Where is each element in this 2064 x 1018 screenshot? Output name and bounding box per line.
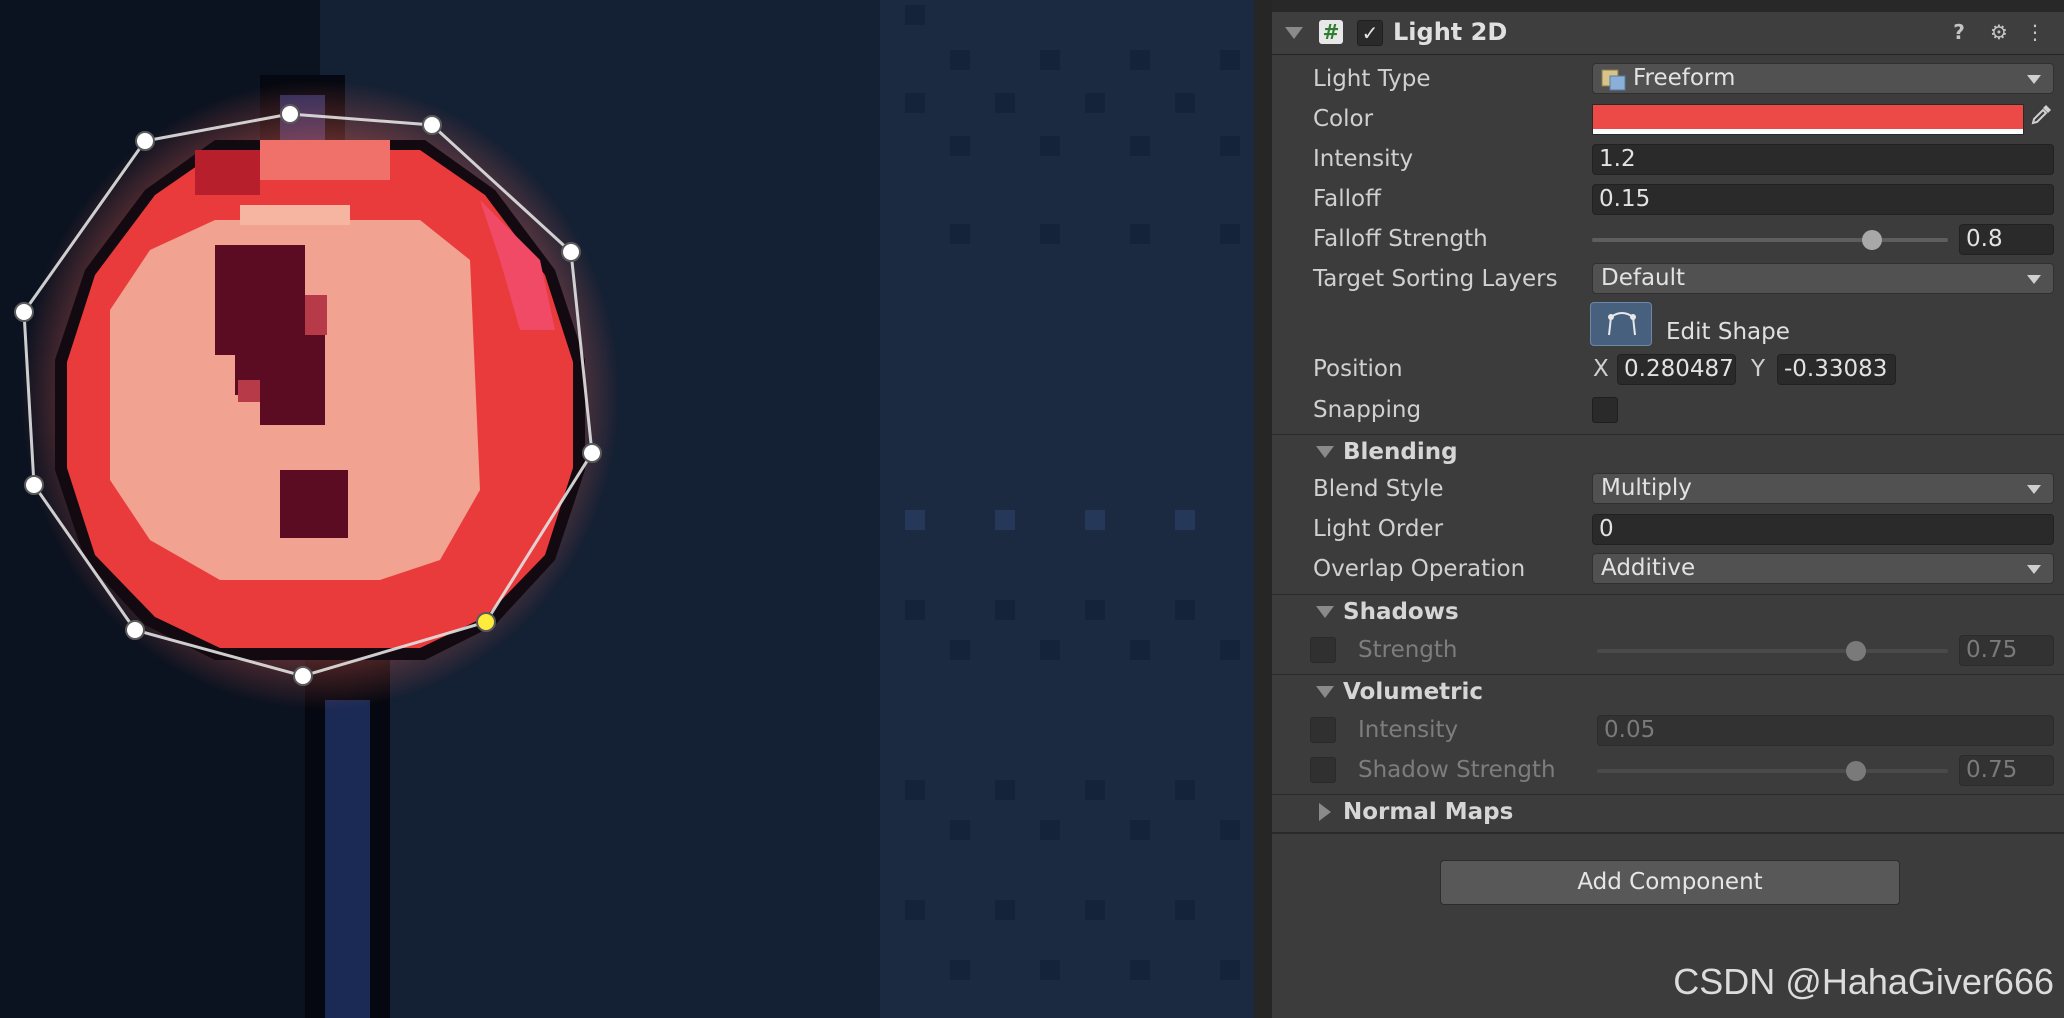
shape-point bbox=[293, 666, 313, 686]
light-order-label: Light Order bbox=[1313, 516, 1444, 542]
presets-icon[interactable]: ⚙ bbox=[1986, 18, 2012, 46]
shape-point bbox=[280, 104, 300, 124]
light-type-dropdown[interactable]: Freeform bbox=[1592, 63, 2054, 94]
shape-point bbox=[422, 115, 442, 135]
chevron-down-icon bbox=[2027, 485, 2041, 494]
foldout-open-icon[interactable] bbox=[1316, 686, 1334, 698]
component-menu-icon[interactable]: ⋮ bbox=[2022, 18, 2048, 46]
blend-style-value: Multiply bbox=[1601, 475, 1692, 501]
shape-point bbox=[582, 443, 602, 463]
volumetric-intensity-field[interactable]: 0.05 bbox=[1597, 715, 2054, 746]
light-order-field[interactable]: 0 bbox=[1592, 514, 2054, 545]
foldout-open-icon[interactable] bbox=[1316, 446, 1334, 458]
falloff-strength-field[interactable]: 0.8 bbox=[1959, 224, 2054, 255]
inspector-top-border bbox=[1272, 0, 2064, 12]
edit-shape-icon bbox=[1608, 312, 1636, 336]
panel-divider[interactable] bbox=[1254, 0, 1272, 1018]
help-icon[interactable]: ? bbox=[1946, 18, 1972, 46]
snapping-checkbox[interactable] bbox=[1592, 397, 1618, 423]
chevron-down-icon bbox=[2027, 565, 2041, 574]
volumetric-title: Volumetric bbox=[1343, 679, 1484, 705]
script-icon: # bbox=[1319, 20, 1343, 44]
intensity-label: Intensity bbox=[1313, 146, 1414, 172]
volumetric-shadow-strength-slider-thumb[interactable] bbox=[1846, 761, 1866, 781]
falloff-field[interactable]: 0.15 bbox=[1592, 184, 2054, 215]
position-y-label: Y bbox=[1751, 356, 1766, 382]
volumetric-shadow-strength-field[interactable]: 0.75 bbox=[1959, 755, 2054, 786]
shape-point-selected bbox=[476, 612, 496, 632]
blending-section-header[interactable]: Blending bbox=[1272, 434, 2064, 469]
volumetric-shadow-strength-label: Shadow Strength bbox=[1358, 757, 1556, 783]
overlap-operation-dropdown[interactable]: Additive bbox=[1592, 553, 2054, 584]
blend-style-dropdown[interactable]: Multiply bbox=[1592, 473, 2054, 504]
chevron-down-icon bbox=[2027, 75, 2041, 84]
shape-point bbox=[561, 242, 581, 262]
blend-style-label: Blend Style bbox=[1313, 476, 1444, 502]
falloff-strength-slider[interactable] bbox=[1592, 238, 1948, 242]
alpha-bar bbox=[1593, 129, 2023, 134]
normal-maps-section-header[interactable]: Normal Maps bbox=[1272, 794, 2064, 829]
component-header[interactable]: # ✓ Light 2D ? ⚙ ⋮ bbox=[1272, 12, 2064, 55]
add-component-button[interactable]: Add Component bbox=[1440, 860, 1900, 905]
freeform-light-icon bbox=[1601, 69, 1626, 91]
shadows-section-header[interactable]: Shadows bbox=[1272, 594, 2064, 629]
overlap-operation-value: Additive bbox=[1601, 555, 1696, 581]
blending-title: Blending bbox=[1343, 439, 1458, 465]
shadow-strength-label: Strength bbox=[1358, 637, 1458, 663]
color-swatch[interactable] bbox=[1592, 104, 2024, 135]
falloff-label: Falloff bbox=[1313, 186, 1381, 212]
shadow-strength-slider[interactable] bbox=[1597, 649, 1948, 653]
position-label: Position bbox=[1313, 356, 1403, 382]
intensity-field[interactable]: 1.2 bbox=[1592, 144, 2054, 175]
shadow-strength-field[interactable]: 0.75 bbox=[1959, 635, 2054, 666]
volumetric-intensity-label: Intensity bbox=[1358, 717, 1459, 743]
volumetric-shadow-strength-slider[interactable] bbox=[1597, 769, 1948, 773]
shape-point bbox=[135, 131, 155, 151]
inspector-divider bbox=[1272, 832, 2064, 834]
chevron-down-icon bbox=[2027, 275, 2041, 284]
target-sorting-layers-value: Default bbox=[1601, 265, 1686, 291]
volumetric-section-header[interactable]: Volumetric bbox=[1272, 674, 2064, 709]
position-x-label: X bbox=[1593, 356, 1609, 382]
target-sorting-layers-dropdown[interactable]: Default bbox=[1592, 263, 2054, 294]
light-type-label: Light Type bbox=[1313, 66, 1431, 92]
falloff-strength-label: Falloff Strength bbox=[1313, 226, 1488, 252]
light-type-value: Freeform bbox=[1633, 65, 1736, 91]
shadow-strength-slider-thumb[interactable] bbox=[1846, 641, 1866, 661]
shape-point bbox=[125, 620, 145, 640]
watermark: CSDN @HahaGiver666 bbox=[1673, 961, 2054, 1002]
foldout-open-icon[interactable] bbox=[1316, 606, 1334, 618]
edit-shape-label: Edit Shape bbox=[1666, 319, 1790, 345]
shape-point bbox=[14, 302, 34, 322]
eyedropper-icon[interactable] bbox=[2026, 104, 2056, 135]
volumetric-shadows-checkbox[interactable] bbox=[1310, 757, 1336, 783]
falloff-strength-slider-thumb[interactable] bbox=[1862, 230, 1882, 250]
shadows-title: Shadows bbox=[1343, 599, 1459, 625]
volumetric-enabled-checkbox[interactable] bbox=[1310, 717, 1336, 743]
foldout-open-icon[interactable] bbox=[1285, 27, 1303, 39]
normal-maps-title: Normal Maps bbox=[1343, 799, 1514, 825]
lamp-sprite bbox=[55, 140, 585, 660]
component-enabled-checkbox[interactable]: ✓ bbox=[1357, 20, 1383, 46]
scene-view[interactable] bbox=[0, 0, 1254, 1018]
inspector-panel: # ✓ Light 2D ? ⚙ ⋮ Light Type Freeform C… bbox=[1272, 0, 2064, 1018]
position-y-field[interactable]: -0.33083 bbox=[1777, 354, 1896, 385]
shadows-enabled-checkbox[interactable] bbox=[1310, 637, 1336, 663]
position-x-field[interactable]: 0.280487 bbox=[1617, 354, 1736, 385]
edit-shape-button[interactable] bbox=[1590, 302, 1652, 346]
shape-point bbox=[24, 475, 44, 495]
component-title: Light 2D bbox=[1393, 18, 1508, 46]
target-sorting-layers-label: Target Sorting Layers bbox=[1313, 266, 1558, 292]
overlap-operation-label: Overlap Operation bbox=[1313, 556, 1526, 582]
foldout-closed-icon[interactable] bbox=[1319, 803, 1331, 821]
snapping-label: Snapping bbox=[1313, 397, 1422, 423]
color-label: Color bbox=[1313, 106, 1374, 132]
